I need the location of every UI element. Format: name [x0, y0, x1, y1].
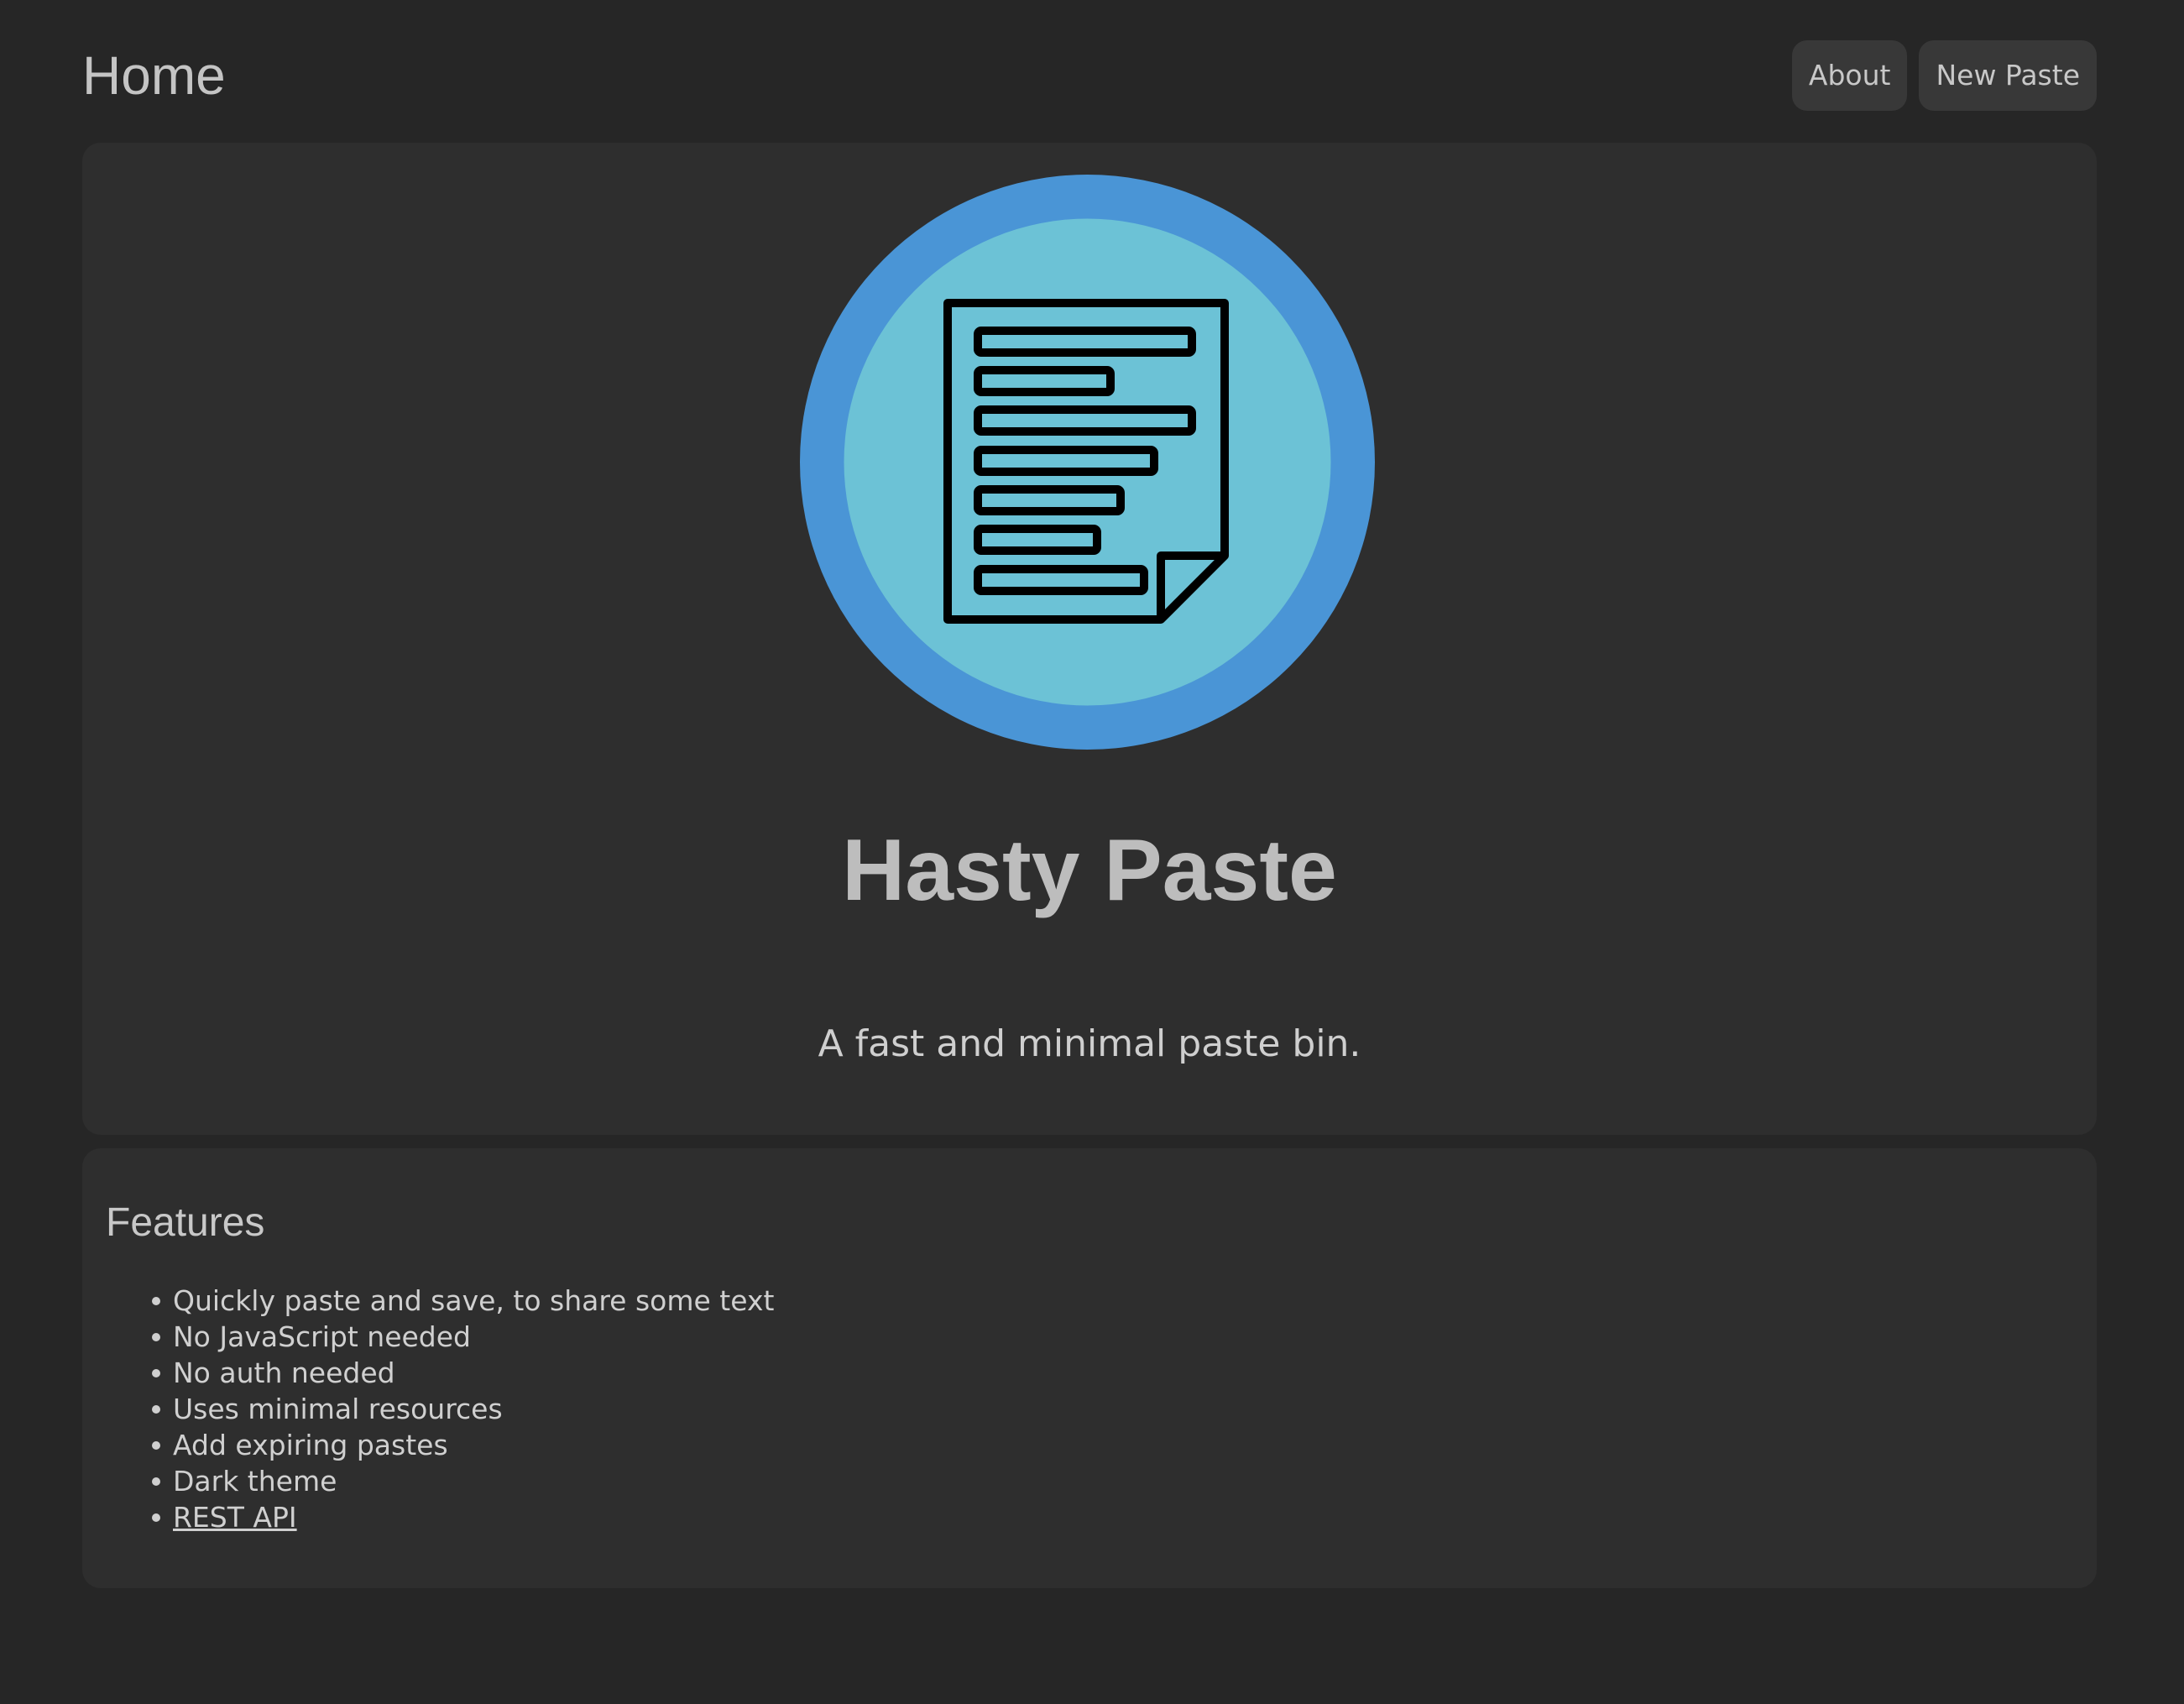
new-paste-button[interactable]: New Paste: [1919, 40, 2097, 111]
features-list: Quickly paste and save, to share some te…: [151, 1283, 775, 1535]
features-title: Features: [106, 1200, 265, 1245]
list-item: Uses minimal resources: [151, 1391, 774, 1427]
header: Home About New Paste: [82, 40, 2097, 111]
list-item: Quickly paste and save, to share some te…: [151, 1284, 775, 1317]
document-icon: [800, 175, 1375, 750]
list-item: No JavaScript needed: [151, 1319, 774, 1355]
features-card: Features Quickly paste and save, to shar…: [82, 1148, 2097, 1588]
list-item: No auth needed: [151, 1355, 774, 1391]
hero-card: Hasty Paste A fast and minimal paste bin…: [82, 143, 2097, 1135]
rest-api-link[interactable]: REST API: [173, 1501, 297, 1534]
page: Home About New Paste Hasty Paste A fast: [0, 0, 2184, 1704]
logo: [800, 175, 1375, 750]
top-nav: About New Paste: [1791, 40, 2097, 111]
list-item: Dark theme: [151, 1463, 774, 1499]
about-button[interactable]: About: [1791, 40, 1908, 111]
list-item-rest-api: REST API: [151, 1499, 774, 1535]
hero-subtitle: A fast and minimal paste bin.: [818, 1022, 1361, 1065]
list-item: Add expiring pastes: [151, 1427, 774, 1463]
page-title: Home: [82, 45, 226, 106]
hero-title: Hasty Paste: [842, 822, 1337, 919]
